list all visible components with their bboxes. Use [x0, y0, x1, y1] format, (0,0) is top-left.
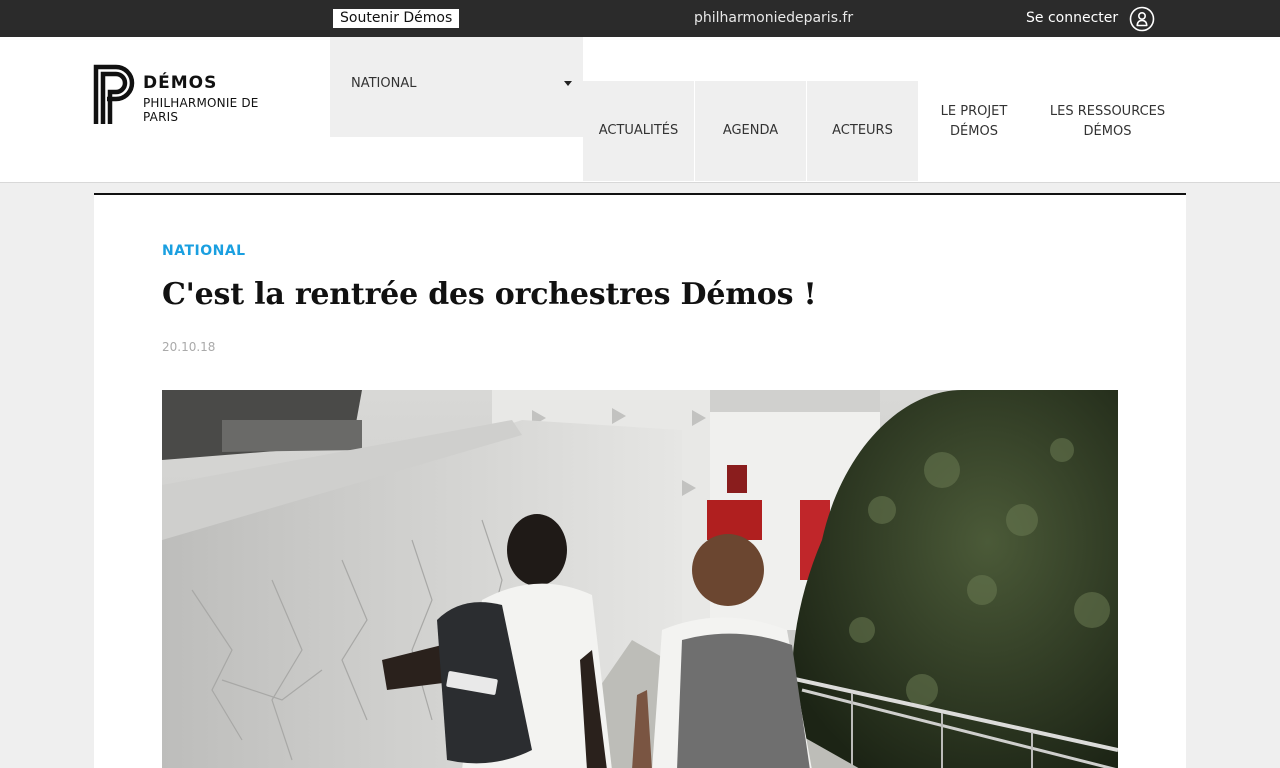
nav-le-projet-demos[interactable]: LE PROJET DÉMOS — [918, 72, 1030, 172]
demos-logo-mark-icon — [93, 64, 135, 124]
nav-les-ressources-demos[interactable]: LES RESSOURCES DÉMOS — [1030, 72, 1185, 172]
user-icon[interactable] — [1129, 6, 1155, 32]
national-dropdown-label: NATIONAL — [351, 76, 417, 91]
nav-agenda-label: AGENDA — [722, 123, 779, 138]
nav-actualites[interactable]: ACTUALITÉS — [583, 81, 694, 181]
caret-down-icon — [564, 81, 572, 86]
support-demos-button[interactable]: Soutenir Démos — [333, 9, 460, 28]
top-bar: Soutenir Démos philharmoniedeparis.fr Se… — [0, 0, 1280, 37]
nav-ressources-label-line2: DÉMOS — [1083, 124, 1132, 139]
article-title: C'est la rentrée des orchestres Démos ! — [162, 277, 817, 312]
article-card: NATIONAL C'est la rentrée des orchestres… — [94, 193, 1186, 768]
login-link[interactable]: Se connecter — [1026, 6, 1118, 30]
article-hero-image — [162, 390, 1118, 768]
national-dropdown[interactable]: NATIONAL — [330, 37, 583, 137]
logo-subtitle: PHILHARMONIE DE PARIS — [143, 96, 259, 124]
logo-title: DÉMOS — [143, 73, 218, 93]
demos-logo[interactable]: DÉMOS PHILHARMONIE DE PARIS — [93, 64, 293, 126]
article-category-link[interactable]: NATIONAL — [162, 243, 246, 259]
nav-actualites-label: ACTUALITÉS — [598, 123, 679, 138]
nav-le-projet-label-line2: DÉMOS — [950, 124, 998, 139]
nav-acteurs[interactable]: ACTEURS — [807, 81, 918, 181]
article-date: 20.10.18 — [162, 340, 216, 354]
nav-ressources-label-line1: LES RESSOURCES — [1049, 104, 1166, 119]
hero-photo-illustration — [162, 390, 1118, 768]
philharmonie-site-link[interactable]: philharmoniedeparis.fr — [694, 9, 853, 28]
nav-agenda[interactable]: AGENDA — [695, 81, 806, 181]
nav-le-projet-label-line1: LE PROJET — [940, 104, 1008, 119]
nav-acteurs-label: ACTEURS — [832, 123, 893, 138]
